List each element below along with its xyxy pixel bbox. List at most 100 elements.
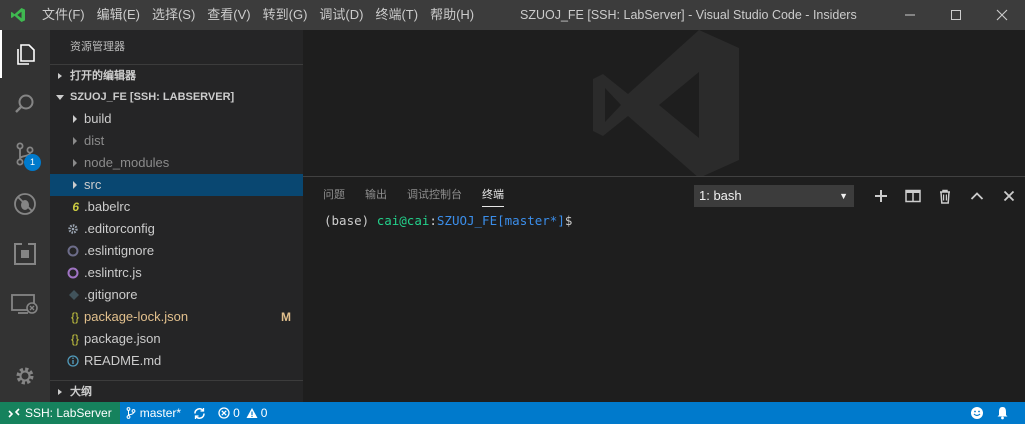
tree-item-label: package.json — [84, 331, 161, 346]
menu-debug[interactable]: 调试(D) — [313, 0, 369, 30]
activity-bar: 1 — [0, 30, 50, 402]
chevron-right-icon — [50, 152, 84, 174]
tree-item-node-modules[interactable]: node_modules — [50, 152, 303, 174]
minimize-button[interactable] — [887, 0, 933, 30]
activity-remote-explorer[interactable] — [0, 280, 50, 328]
activity-source-control[interactable]: 1 — [0, 130, 50, 178]
terminal-select[interactable]: 1: bash ▼ — [694, 185, 854, 207]
status-right — [964, 402, 1015, 424]
activity-debug[interactable] — [0, 180, 50, 228]
error-count: 0 — [233, 406, 240, 420]
bottom-panel: 问题 输出 调试控制台 终端 1: bash ▼ (base) cai@cai:… — [303, 176, 1025, 402]
maximize-icon — [951, 10, 961, 20]
panel-actions — [865, 185, 1025, 207]
smiley-icon — [971, 407, 983, 419]
tab-debug-console[interactable]: 调试控制台 — [407, 185, 462, 207]
json-icon: {} — [70, 310, 79, 324]
eslint-icon — [50, 262, 84, 284]
close-icon — [1003, 190, 1015, 202]
tree-item-package-json[interactable]: {} package.json — [50, 328, 303, 350]
maximize-button[interactable] — [933, 0, 979, 30]
open-editors-section[interactable]: 打开的编辑器 — [50, 64, 303, 86]
branch-indicator[interactable]: master* — [120, 402, 187, 424]
tree-item-eslintignore[interactable]: .eslintignore — [50, 240, 303, 262]
activity-search[interactable] — [0, 80, 50, 128]
explorer-icon — [17, 44, 35, 65]
modified-badge: M — [281, 310, 291, 324]
tree-item-editorconfig[interactable]: .editorconfig — [50, 218, 303, 240]
plus-icon — [875, 190, 887, 202]
outline-section: 大纲 — [50, 380, 303, 403]
vscode-logo-icon — [0, 0, 36, 30]
terminal-prompt[interactable]: (base) cai@cai:SZUOJ_FE[master*]$ — [324, 213, 572, 228]
status-bar: SSH: LabServer master* 0 0 — [0, 402, 1025, 424]
remote-explorer-icon — [11, 294, 38, 314]
folder-section[interactable]: SZUOJ_FE [SSH: LABSERVER] — [50, 86, 303, 108]
chevron-right-icon — [50, 130, 84, 152]
tree-item-label: build — [84, 111, 112, 126]
tree-item-readme[interactable]: README.md — [50, 350, 303, 372]
kill-terminal-button[interactable] — [929, 185, 961, 207]
tree-item-label: package-lock.json — [84, 309, 189, 324]
menu-go[interactable]: 转到(G) — [257, 0, 314, 30]
activity-extensions[interactable] — [0, 230, 50, 278]
tab-output[interactable]: 输出 — [365, 185, 387, 207]
activity-manage[interactable] — [0, 352, 50, 400]
tree-item-babelrc[interactable]: 6 .babelrc — [50, 196, 303, 218]
outline-header[interactable]: 大纲 — [50, 381, 303, 403]
new-terminal-button[interactable] — [865, 185, 897, 207]
chevron-right-icon — [50, 72, 70, 80]
split-terminal-button[interactable] — [897, 185, 929, 207]
tree-item-label: .eslintrc.js — [84, 265, 142, 280]
menu-selection[interactable]: 选择(S) — [146, 0, 201, 30]
eslint-icon — [50, 240, 84, 262]
tree-item-eslintrc[interactable]: .eslintrc.js — [50, 262, 303, 284]
tree-item-package-lock[interactable]: {} package-lock.json M — [50, 306, 303, 328]
gear-icon — [16, 367, 34, 385]
menu-edit[interactable]: 编辑(E) — [91, 0, 146, 30]
trash-icon — [940, 189, 950, 204]
editor-area — [303, 30, 1025, 176]
tree-item-label: README.md — [84, 353, 162, 368]
tree-item-build[interactable]: build — [50, 108, 303, 130]
menu-view[interactable]: 查看(V) — [201, 0, 256, 30]
title-bar: 文件(F) 编辑(E) 选择(S) 查看(V) 转到(G) 调试(D) 终端(T… — [0, 0, 1025, 30]
menu-terminal[interactable]: 终端(T) — [369, 0, 424, 30]
terminal-user: cai@cai — [376, 213, 430, 228]
sync-button[interactable] — [187, 402, 212, 424]
vscode-watermark-icon — [593, 30, 739, 176]
activity-explorer[interactable] — [0, 30, 50, 78]
problems-indicator[interactable]: 0 0 — [212, 402, 273, 424]
feedback-button[interactable] — [964, 402, 990, 424]
tab-problems[interactable]: 问题 — [323, 185, 345, 207]
close-panel-button[interactable] — [993, 185, 1025, 207]
git-branch-icon — [126, 407, 136, 419]
tree-item-label: .babelrc — [84, 199, 131, 214]
info-icon — [50, 350, 84, 372]
maximize-panel-button[interactable] — [961, 185, 993, 207]
tree-item-label: dist — [84, 133, 105, 148]
menu-file[interactable]: 文件(F) — [36, 0, 91, 30]
tree-item-label: .gitignore — [84, 287, 138, 302]
notifications-button[interactable] — [990, 402, 1015, 424]
remote-label: SSH: LabServer — [25, 406, 112, 420]
outline-label: 大纲 — [70, 386, 92, 398]
menu-help[interactable]: 帮助(H) — [424, 0, 480, 30]
scm-badge: 1 — [24, 154, 41, 171]
window-controls — [887, 0, 1025, 30]
remote-indicator[interactable]: SSH: LabServer — [0, 402, 120, 424]
terminal-path: SZUOJ_FE[master*] — [436, 213, 565, 228]
bell-icon — [997, 407, 1008, 420]
tree-item-gitignore[interactable]: .gitignore — [50, 284, 303, 306]
tree-item-src[interactable]: src — [50, 174, 303, 196]
chevron-up-icon — [970, 192, 984, 200]
close-window-button[interactable] — [979, 0, 1025, 30]
chevron-right-icon — [50, 108, 84, 130]
split-icon — [905, 189, 921, 203]
remote-icon — [8, 408, 20, 418]
tab-terminal[interactable]: 终端 — [482, 185, 504, 207]
explorer-sidebar: 资源管理器 打开的编辑器 SZUOJ_FE [SSH: LABSERVER] b… — [50, 30, 303, 402]
minimize-icon — [905, 14, 915, 16]
warning-count: 0 — [260, 406, 268, 420]
tree-item-dist[interactable]: dist — [50, 130, 303, 152]
